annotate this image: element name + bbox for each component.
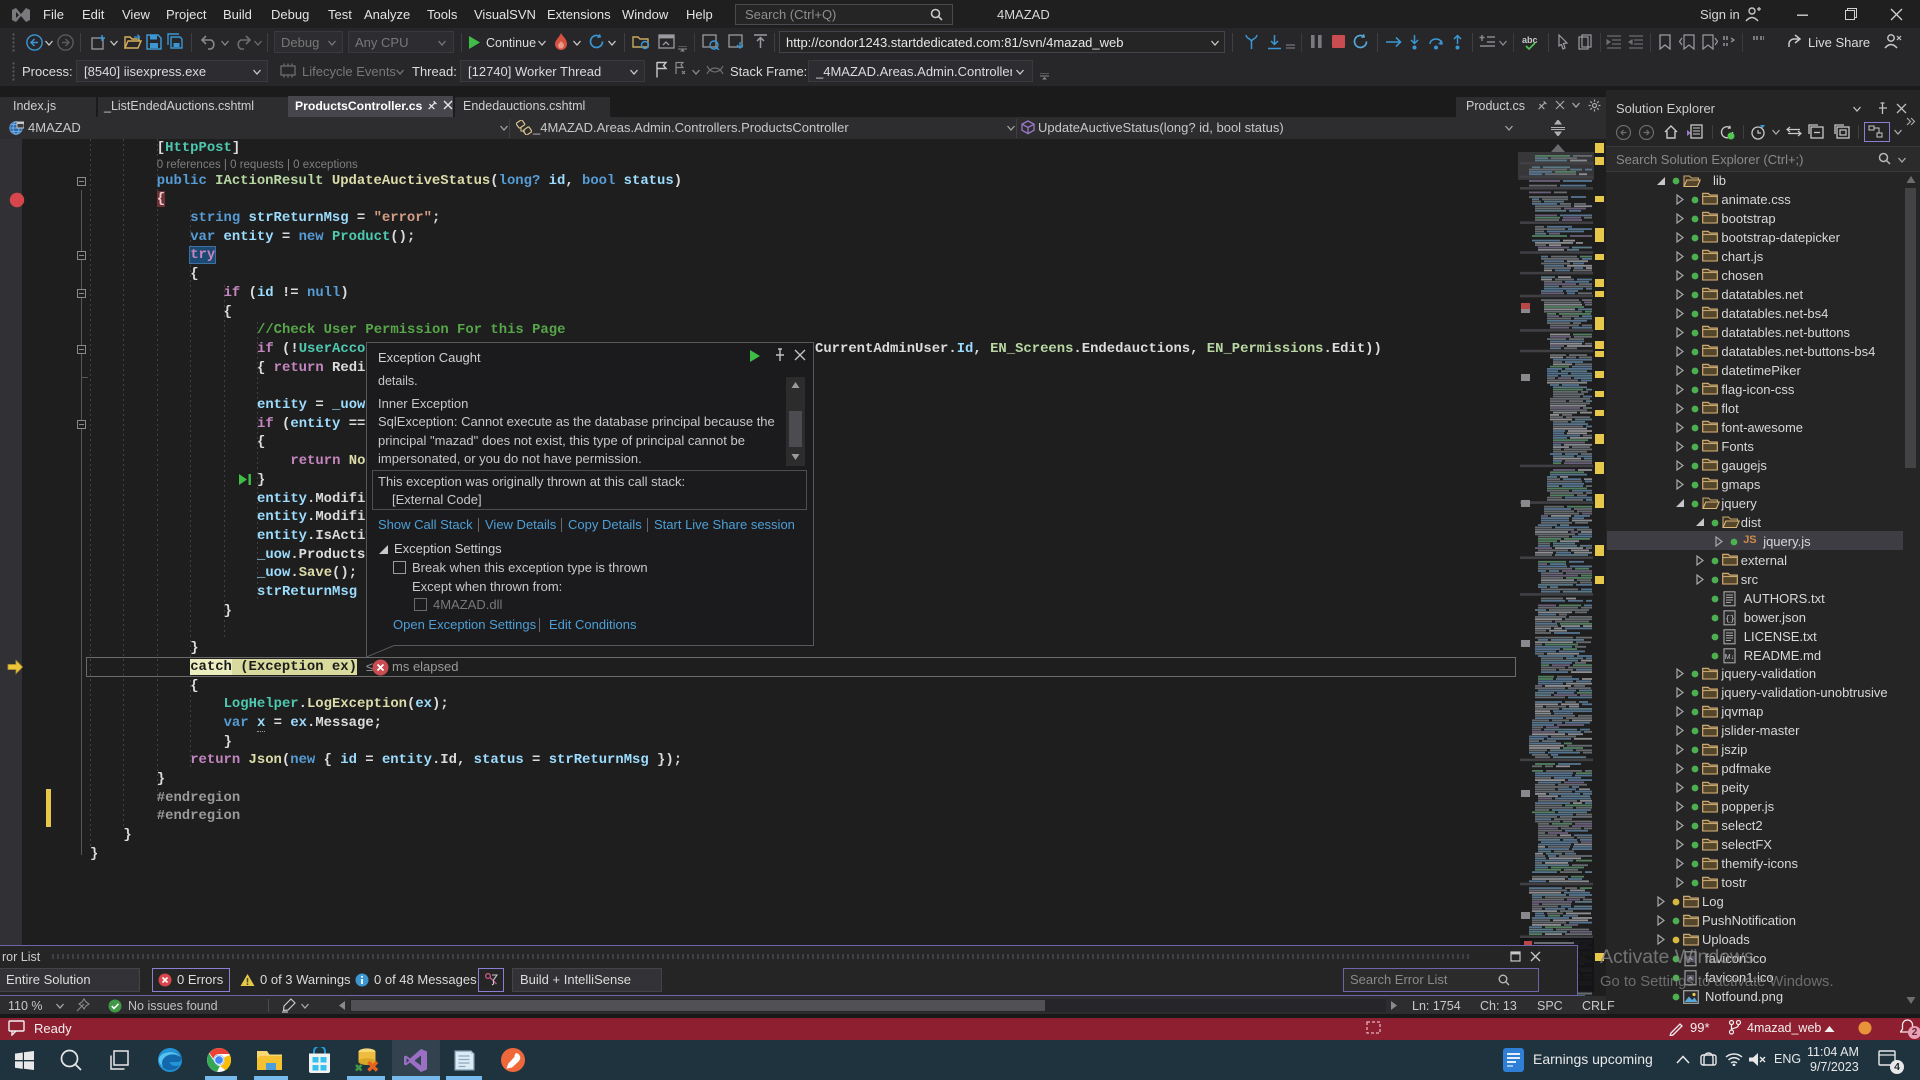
svg-text:{}: {} [1725, 615, 1735, 624]
svg-text:M↓: M↓ [1725, 654, 1734, 661]
